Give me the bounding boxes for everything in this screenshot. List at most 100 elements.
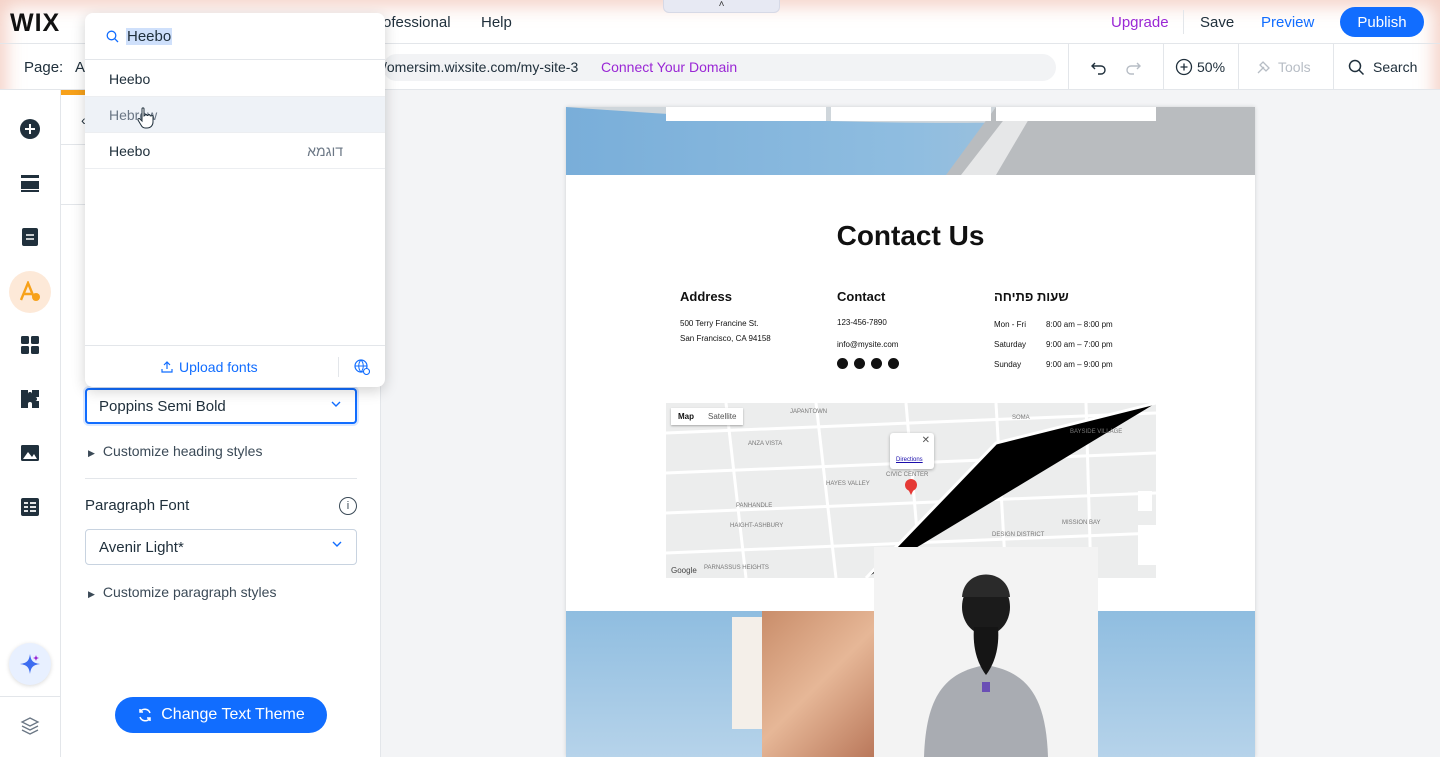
font-dropdown-footer: Upload fonts bbox=[85, 345, 385, 387]
ai-assistant-button[interactable] bbox=[9, 643, 51, 685]
editor-canvas: Contact Us Address 500 Terry Francine St… bbox=[381, 90, 1440, 757]
map-label: PANHANDLE bbox=[736, 503, 773, 509]
font-search-dropdown: Heebo Heebo Hebrew Heebo דוגמא Upload fo… bbox=[85, 13, 385, 387]
hours-day[interactable]: Sunday bbox=[994, 360, 1021, 369]
zoom-control[interactable]: 50% bbox=[1175, 44, 1225, 90]
hours-time[interactable]: 8:00 am – 8:00 pm bbox=[1046, 320, 1113, 329]
map-label: SOMA bbox=[1012, 415, 1030, 421]
paragraph-font-value: Avenir Light* bbox=[99, 538, 184, 556]
tools-button[interactable]: Tools bbox=[1255, 44, 1311, 90]
search-label: Search bbox=[1373, 59, 1418, 75]
twitter-icon[interactable] bbox=[854, 358, 865, 369]
customize-heading-label: Customize heading styles bbox=[102, 443, 263, 459]
map-label: ANZA VISTA bbox=[748, 441, 783, 447]
url-bar: /omersim.wixsite.com/my-site-3 Connect Y… bbox=[383, 54, 1056, 81]
sections-icon[interactable] bbox=[18, 171, 42, 195]
pages-icon[interactable] bbox=[18, 225, 42, 249]
refresh-icon bbox=[139, 708, 151, 722]
map-label: CIVIC CENTER bbox=[886, 472, 929, 478]
address-line-2[interactable]: San Francisco, CA 94158 bbox=[680, 334, 771, 343]
redo-icon[interactable] bbox=[1123, 44, 1143, 90]
undo-icon[interactable] bbox=[1089, 44, 1109, 90]
divider bbox=[1163, 44, 1164, 90]
font-search-bar[interactable]: Heebo bbox=[85, 13, 385, 60]
email-text[interactable]: info@mysite.com bbox=[837, 340, 898, 349]
instagram-icon[interactable] bbox=[888, 358, 899, 369]
customize-heading-styles[interactable]: ▶ Customize heading styles bbox=[88, 443, 262, 459]
hours-heading[interactable]: שעות פתיחה bbox=[994, 289, 1069, 304]
address-line-1[interactable]: 500 Terry Francine St. bbox=[680, 319, 759, 328]
hours-day[interactable]: Saturday bbox=[994, 340, 1026, 349]
zoom-level: 50% bbox=[1197, 59, 1226, 75]
menu-item-help[interactable]: Help bbox=[481, 14, 512, 31]
divider bbox=[1183, 10, 1184, 34]
map-label: HAYES VALLEY bbox=[826, 481, 870, 487]
map-label: JAPANTOWN bbox=[790, 409, 828, 415]
publish-button[interactable]: Publish bbox=[1340, 7, 1424, 37]
contact-heading[interactable]: Contact bbox=[837, 289, 885, 304]
chevron-down-icon bbox=[331, 401, 341, 407]
wix-logo[interactable]: WIX bbox=[10, 9, 60, 38]
search-icon bbox=[1348, 59, 1365, 75]
font-search-input[interactable]: Heebo bbox=[126, 28, 173, 45]
business-tools-icon[interactable] bbox=[18, 387, 42, 411]
map-tab-satellite[interactable]: Satellite bbox=[701, 408, 743, 425]
expand-triangle-icon: ▶ bbox=[88, 448, 95, 458]
site-design-icon[interactable] bbox=[18, 280, 42, 304]
language-settings-icon[interactable] bbox=[354, 359, 370, 375]
chevron-down-icon bbox=[332, 541, 342, 547]
search-button[interactable]: Search bbox=[1348, 44, 1417, 90]
close-icon[interactable]: ✕ bbox=[922, 435, 930, 446]
font-option[interactable]: Heebo bbox=[85, 61, 385, 97]
site-preview[interactable]: Contact Us Address 500 Terry Francine St… bbox=[566, 107, 1255, 757]
paragraph-font-select[interactable]: Avenir Light* bbox=[85, 529, 357, 565]
font-option-hebrew[interactable]: Hebrew bbox=[85, 97, 385, 133]
font-option-label: Heebo bbox=[109, 142, 151, 159]
contact-title[interactable]: Contact Us bbox=[566, 220, 1255, 252]
facebook-icon[interactable] bbox=[837, 358, 848, 369]
expand-triangle-icon: ▶ bbox=[88, 589, 95, 599]
layers-icon[interactable] bbox=[18, 714, 42, 738]
add-elements-icon[interactable] bbox=[18, 117, 42, 141]
change-text-theme-button[interactable]: Change Text Theme bbox=[115, 697, 327, 733]
panel-accent bbox=[61, 90, 85, 95]
collapse-toolbar-tab[interactable]: ˄ bbox=[663, 0, 780, 13]
hours-day[interactable]: Mon - Fri bbox=[994, 320, 1026, 329]
font-sample: דוגמא bbox=[307, 143, 343, 159]
cms-icon[interactable] bbox=[18, 495, 42, 519]
page-selector[interactable]: A bbox=[75, 59, 85, 76]
menu-item-professional[interactable]: ofessional bbox=[383, 14, 451, 31]
phone-text[interactable]: 123-456-7890 bbox=[837, 318, 887, 327]
map-directions-link[interactable]: Directions bbox=[896, 457, 923, 463]
divider bbox=[85, 478, 357, 479]
save-button[interactable]: Save bbox=[1200, 14, 1234, 31]
hours-time[interactable]: 9:00 am – 7:00 pm bbox=[1046, 340, 1113, 349]
upgrade-link[interactable]: Upgrade bbox=[1111, 14, 1169, 31]
apps-icon[interactable] bbox=[18, 333, 42, 357]
map-type-toggle: Map Satellite bbox=[671, 408, 744, 425]
architecture-shape bbox=[566, 107, 1255, 175]
upload-fonts-label: Upload fonts bbox=[179, 359, 258, 375]
font-option[interactable]: Heebo דוגמא bbox=[85, 133, 385, 169]
map-tab-map[interactable]: Map bbox=[671, 408, 701, 425]
divider bbox=[1068, 44, 1069, 90]
map-label: DESIGN DISTRICT bbox=[992, 532, 1045, 538]
info-icon[interactable]: i bbox=[339, 497, 357, 515]
hours-time[interactable]: 9:00 am – 9:00 pm bbox=[1046, 360, 1113, 369]
preview-button[interactable]: Preview bbox=[1261, 14, 1314, 31]
sparkle-icon bbox=[20, 654, 40, 674]
customize-paragraph-styles[interactable]: ▶ Customize paragraph styles bbox=[88, 584, 276, 600]
editor-window: WIX ofessional Help ˄ Upgrade Save Previ… bbox=[0, 0, 1440, 757]
search-icon bbox=[106, 30, 119, 43]
connect-domain-link[interactable]: Connect Your Domain bbox=[601, 59, 737, 75]
media-icon[interactable] bbox=[18, 441, 42, 465]
paragraph-font-title: Paragraph Font bbox=[85, 497, 190, 514]
linkedin-icon[interactable] bbox=[871, 358, 882, 369]
heading-font-select[interactable]: Poppins Semi Bold bbox=[85, 388, 357, 424]
tools-label: Tools bbox=[1278, 59, 1311, 75]
map-label: MISSION BAY bbox=[1062, 520, 1101, 526]
address-heading[interactable]: Address bbox=[680, 289, 732, 304]
heading-font-value: Poppins Semi Bold bbox=[99, 397, 226, 415]
upload-fonts-button[interactable]: Upload fonts bbox=[161, 359, 258, 375]
google-logo: Google bbox=[671, 566, 697, 575]
